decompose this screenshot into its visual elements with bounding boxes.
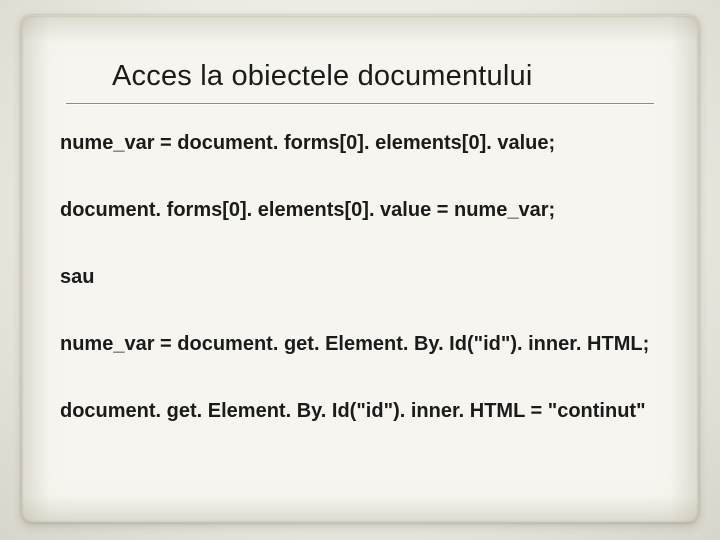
slide-stage: Acces la obiectele documentului nume_var… [0,0,720,540]
code-line: nume_var = document. get. Element. By. I… [60,333,668,356]
code-line: document. get. Element. By. Id("id"). in… [60,400,668,423]
code-line: document. forms[0]. elements[0]. value =… [60,199,668,222]
title-underline [66,103,654,104]
paper-panel: Acces la obiectele documentului nume_var… [22,16,698,522]
slide-title: Acces la obiectele documentului [112,60,668,93]
code-line: sau [60,266,668,289]
code-line: nume_var = document. forms[0]. elements[… [60,132,668,155]
